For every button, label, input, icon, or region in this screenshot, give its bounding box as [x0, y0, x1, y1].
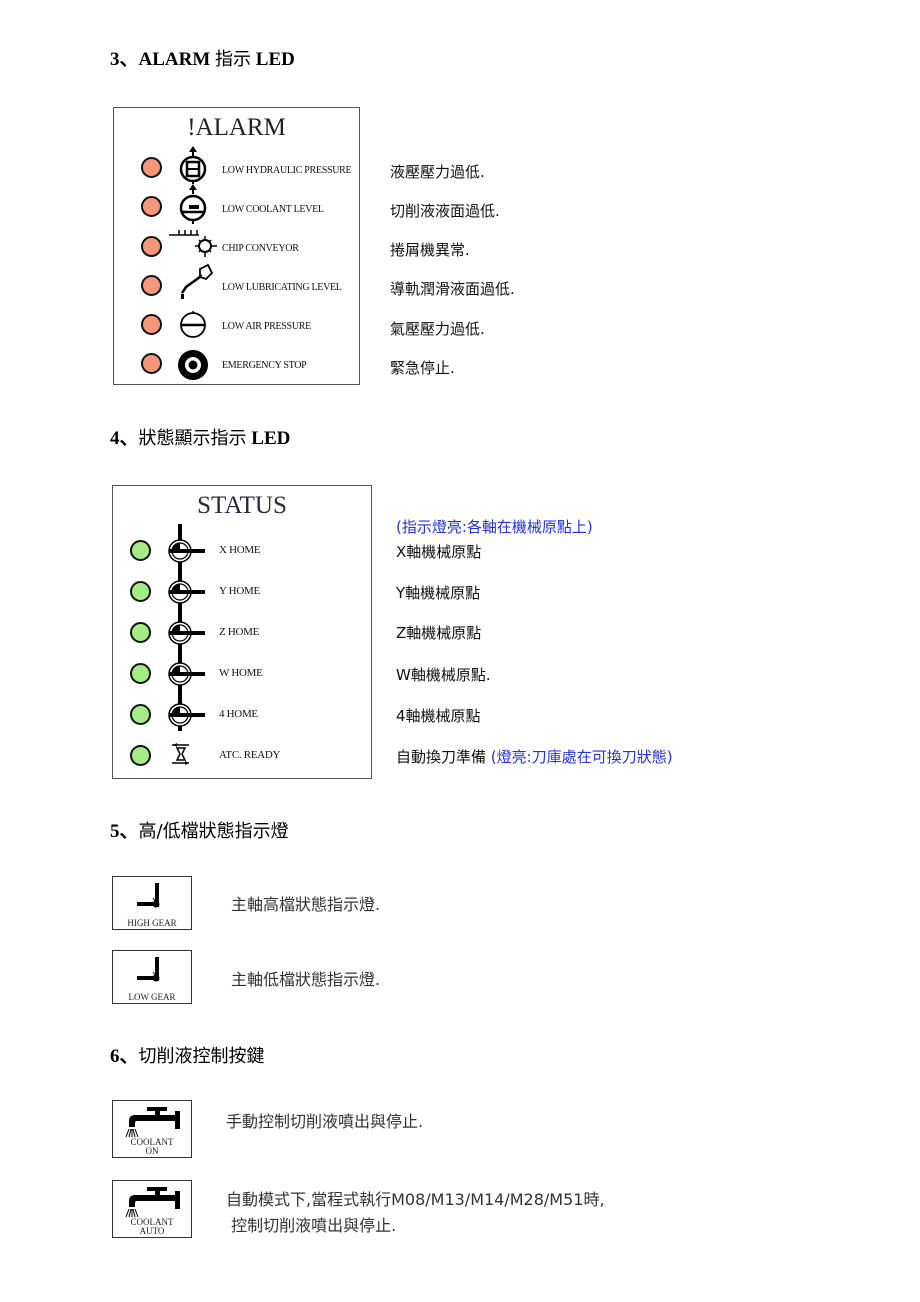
- alarm-led-lubrication: [141, 275, 162, 296]
- alarm-panel: !ALARM LOW HYDRAULIC PRESSURE LOW COOLAN…: [113, 107, 360, 385]
- atc-description: 自動換刀準備: [396, 748, 491, 766]
- coolant-faucet-icon: [125, 1107, 180, 1138]
- alarm-led-hydraulic: [141, 157, 162, 178]
- status-label: W HOME: [219, 667, 263, 679]
- alarm-led-emergency: [141, 353, 162, 374]
- heading-text: ALARM: [138, 49, 216, 70]
- heading-cjk-text: 狀態顯示指示: [138, 428, 247, 449]
- heading-led-text: LED: [246, 428, 291, 449]
- heading-cjk-text: 高/低檔狀態指示燈: [138, 821, 289, 842]
- alarm-description: 緊急停止.: [390, 359, 455, 377]
- coolant-description: 手動控制切削液噴出與停止.: [226, 1112, 424, 1131]
- status-description: X軸機械原點: [396, 543, 482, 561]
- coolant-on-button[interactable]: COOLANT ON: [112, 1100, 192, 1158]
- home-position-icon: [168, 580, 205, 604]
- gear-label: HIGH GEAR: [127, 918, 177, 928]
- alarm-label: LOW LUBRICATING LEVEL: [222, 282, 342, 293]
- status-section-heading: 4、狀態顯示指示 LED: [110, 423, 290, 450]
- alarm-led-air: [141, 314, 162, 335]
- heading-number: 3、: [110, 49, 139, 70]
- low-gear-indicator: LOW GEAR: [112, 950, 192, 1004]
- heading-cjk-text: 指示: [215, 49, 252, 70]
- coolant-auto-button[interactable]: COOLANT AUTO: [112, 1180, 192, 1238]
- alarm-label: EMERGENCY STOP: [222, 360, 307, 371]
- status-description: Y軸機械原點: [396, 584, 481, 602]
- alarm-label: CHIP CONVEYOR: [222, 243, 299, 254]
- hydraulic-pressure-icon: [179, 146, 207, 184]
- alarm-label: LOW COOLANT LEVEL: [222, 204, 324, 215]
- alarm-description: 氣壓壓力過低.: [390, 320, 485, 338]
- home-position-icon: [168, 662, 205, 686]
- alarm-description: 捲屑機異常.: [390, 241, 470, 259]
- status-label: Y HOME: [219, 585, 260, 597]
- status-led-4: [130, 704, 151, 725]
- gear-label: LOW GEAR: [128, 992, 176, 1002]
- status-led-w: [130, 663, 151, 684]
- status-led-atc: [130, 745, 151, 766]
- status-led-z: [130, 622, 151, 643]
- alarm-description: 切削液液面過低.: [390, 202, 500, 220]
- coolant-level-icon: [179, 184, 207, 224]
- heading-cjk-text: 切削液控制按鍵: [138, 1046, 265, 1067]
- gear-description: 主軸高檔狀態指示燈.: [231, 895, 381, 914]
- status-note: (指示燈亮:各軸在機械原點上): [396, 518, 593, 536]
- home-position-icon: [168, 703, 205, 727]
- emergency-stop-icon: [178, 350, 208, 380]
- alarm-label: LOW AIR PRESSURE: [222, 321, 311, 332]
- coolant-description-line2: 控制切削液噴出與停止.: [226, 1216, 397, 1235]
- status-panel: STATUS X HOME Y HOME Z HOME W HOME 4 HOM…: [112, 485, 372, 779]
- status-label: ATC. READY: [219, 749, 281, 761]
- atc-ready-icon: [172, 743, 189, 765]
- spindle-gear-icon: [137, 957, 160, 982]
- alarm-section-heading: 3、ALARM 指示 LED: [110, 44, 295, 71]
- alarm-led-coolant: [141, 196, 162, 217]
- high-gear-indicator: HIGH GEAR: [112, 876, 192, 930]
- coolant-faucet-icon: [125, 1187, 180, 1218]
- gear-section-heading: 5、高/低檔狀態指示燈: [110, 816, 289, 843]
- coolant-label-line2: AUTO: [139, 1226, 165, 1236]
- chip-conveyor-icon: [169, 230, 217, 257]
- alarm-description: 導軌潤滑液面過低.: [390, 280, 515, 298]
- heading-number: 6、: [110, 1046, 139, 1067]
- coolant-description: 自動模式下,當程式執行M08/M13/M14/M28/M51時,: [226, 1190, 605, 1209]
- status-description-atc: 自動換刀準備 (燈亮:刀庫處在可換刀狀態): [396, 746, 673, 767]
- status-description: W軸機械原點.: [396, 666, 491, 684]
- coolant-section-heading: 6、切削液控制按鍵: [110, 1041, 265, 1068]
- home-position-icon: [168, 621, 205, 645]
- air-pressure-icon: [180, 311, 206, 338]
- alarm-led-chip: [141, 236, 162, 257]
- home-position-icon: [168, 539, 205, 563]
- status-panel-title: STATUS: [197, 492, 287, 519]
- gear-description: 主軸低檔狀態指示燈.: [231, 970, 381, 989]
- status-label: X HOME: [219, 544, 261, 556]
- heading-led-text: LED: [251, 49, 295, 70]
- status-label: 4 HOME: [219, 708, 258, 720]
- status-label: Z HOME: [219, 626, 260, 638]
- status-led-y: [130, 581, 151, 602]
- spindle-gear-icon: [137, 883, 160, 908]
- alarm-description: 液壓壓力過低.: [390, 163, 485, 181]
- heading-number: 4、: [110, 428, 139, 449]
- alarm-label: LOW HYDRAULIC PRESSURE: [222, 165, 352, 176]
- status-led-x: [130, 540, 151, 561]
- coolant-label-line2: ON: [145, 1146, 159, 1156]
- lubrication-icon: [180, 263, 214, 299]
- alarm-panel-title: !ALARM: [187, 114, 286, 141]
- status-description: 4軸機械原點: [396, 707, 481, 725]
- status-description: Z軸機械原點: [396, 624, 482, 642]
- heading-number: 5、: [110, 821, 139, 842]
- atc-note: (燈亮:刀庫處在可換刀狀態): [490, 748, 673, 766]
